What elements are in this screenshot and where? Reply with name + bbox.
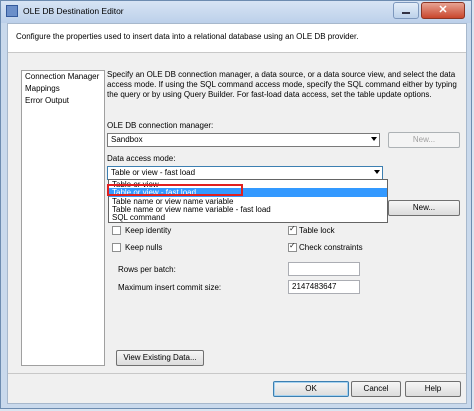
close-button[interactable]: ✕ [421,2,465,19]
nav-item-mappings[interactable]: Mappings [22,83,104,95]
minimize-icon [402,12,410,14]
cancel-button[interactable]: Cancel [351,381,401,397]
rows-per-batch-input[interactable] [288,262,360,276]
connection-manager-value: Sandbox [111,135,143,144]
ok-button[interactable]: OK [273,381,349,397]
table-lock-checkbox[interactable] [288,224,297,235]
data-access-mode-combo[interactable]: Table or view - fast load [107,166,383,180]
page-list: Connection Manager Mappings Error Output [21,70,105,366]
help-button[interactable]: Help [405,381,461,397]
data-access-mode-value: Table or view - fast load [111,168,196,177]
new-table-button[interactable]: New... [388,200,460,216]
view-existing-data-button[interactable]: View Existing Data... [116,350,204,366]
page-description: Specify an OLE DB connection manager, a … [107,70,457,99]
dialog-body: Configure the properties used to insert … [7,23,467,404]
chevron-down-icon[interactable] [374,170,380,174]
header-band: Configure the properties used to insert … [8,24,466,53]
keep-identity-label: Keep identity [125,226,172,235]
highlight-box [107,184,243,196]
rows-per-batch-label: Rows per batch: [118,265,176,274]
check-constraints-label: Check constraints [299,243,363,252]
dropdown-option-sql-command[interactable]: SQL command [109,213,387,222]
footer-separator [8,373,466,374]
app-icon [6,5,18,17]
window-title: OLE DB Destination Editor [23,6,124,16]
ole-db-destination-editor-window: OLE DB Destination Editor ✕ Configure th… [0,0,472,409]
data-access-mode-label: Data access mode: [107,154,176,163]
header-description: Configure the properties used to insert … [16,32,359,41]
close-icon: ✕ [438,4,448,16]
title-bar[interactable]: OLE DB Destination Editor ✕ [1,1,471,23]
minimize-button[interactable] [393,2,419,19]
keep-nulls-label: Keep nulls [125,243,163,252]
keep-identity-checkbox[interactable] [112,226,121,235]
chevron-down-icon[interactable] [371,137,377,141]
connection-manager-label: OLE DB connection manager: [107,121,214,130]
nav-item-connection-manager[interactable]: Connection Manager [22,71,104,83]
keep-nulls-checkbox[interactable] [112,243,121,252]
connection-manager-combo[interactable]: Sandbox [107,133,380,147]
check-constraints-checkbox[interactable] [288,241,297,252]
nav-item-error-output[interactable]: Error Output [22,95,104,107]
table-lock-label: Table lock [299,226,335,235]
new-connection-button[interactable]: New... [388,132,460,148]
max-insert-commit-label: Maximum insert commit size: [118,283,222,292]
max-insert-commit-input[interactable]: 2147483647 [288,280,360,294]
